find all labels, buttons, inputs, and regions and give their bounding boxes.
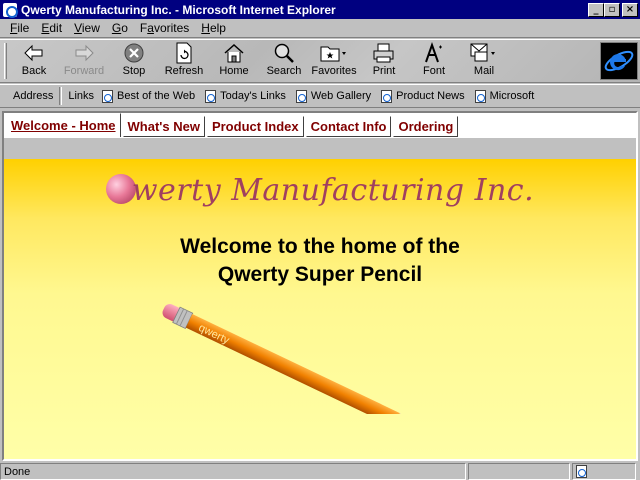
title-bar: Qwerty Manufacturing Inc. - Microsoft In… [0,0,640,19]
ie-throbber-logo[interactable] [600,42,638,80]
welcome-line-1: Welcome to the home of the [180,235,460,258]
refresh-button[interactable]: Refresh [159,40,209,82]
favorites-folder-icon [320,42,348,64]
print-label: Print [372,65,396,77]
menu-file[interactable]: File [4,21,35,35]
forward-label: Forward [63,65,105,77]
tab-ordering[interactable]: Ordering [393,116,459,137]
browser-content-area[interactable]: Welcome - Home What's New Product Index … [2,111,638,461]
tab-whats-new[interactable]: What's New [122,116,205,137]
link-product-news[interactable]: Product News [377,89,470,103]
stop-label: Stop [122,65,146,77]
ie-page-icon [205,89,217,103]
home-label: Home [219,65,249,77]
menu-edit[interactable]: Edit [35,21,68,35]
company-logo-heading: werty Manufacturing Inc. [4,173,636,208]
tab-welcome-home[interactable]: Welcome - Home [6,113,121,137]
refresh-icon [174,42,194,64]
link-web-gallery[interactable]: Web Gallery [292,89,377,103]
toolbar-grip[interactable] [4,43,7,79]
standard-toolbar: Back Forward Stop Refresh Home Search Fa… [0,39,640,83]
menu-favorites[interactable]: Favorites [134,21,195,35]
search-icon [273,42,295,64]
ie-page-icon [474,89,486,103]
menu-help[interactable]: Help [195,21,232,35]
search-label: Search [266,65,302,77]
bar-separator [59,87,63,105]
status-text: Done [0,463,466,480]
ie-page-icon [102,89,114,103]
zone-icon [576,465,587,478]
favorites-label: Favorites [311,65,357,77]
status-zone-pane [572,463,636,480]
back-button[interactable]: Back [9,40,59,82]
ie-logo-icon [604,50,634,72]
ie-app-icon[interactable] [3,2,18,18]
home-button[interactable]: Home [209,40,259,82]
home-page-body: werty Manufacturing Inc. Welcome to the … [4,159,636,459]
maximize-button[interactable]: ▫ [604,2,620,17]
ie-page-icon [295,89,307,103]
menu-go[interactable]: Go [106,21,134,35]
mail-label: Mail [473,65,495,77]
refresh-label: Refresh [164,65,204,77]
minimize-button[interactable]: _ [588,2,604,17]
mail-button[interactable]: Mail [459,40,509,82]
font-label: Font [422,65,445,77]
close-button[interactable]: × [622,2,638,17]
mail-icon [469,42,499,64]
links-bar-label[interactable]: Links [64,90,98,102]
pencil-image: qwerty [162,303,435,414]
back-label: Back [21,65,47,77]
link-todays-links[interactable]: Today's Links [201,89,292,103]
welcome-heading: Welcome to the home of the Qwerty Super … [4,233,636,289]
menu-view[interactable]: View [68,21,106,35]
stop-button[interactable]: Stop [109,40,159,82]
window-title: Qwerty Manufacturing Inc. - Microsoft In… [21,2,336,17]
address-bar-label[interactable]: Address [9,90,57,102]
link-best-of-the-web[interactable]: Best of the Web [98,89,201,103]
menu-bar: File Edit View Go Favorites Help [0,19,640,38]
forward-button[interactable]: Forward [59,40,109,82]
home-icon [223,42,245,64]
nav-frame-divider [4,137,636,159]
font-button[interactable]: Font [409,40,459,82]
status-progress-pane [468,463,570,480]
search-button[interactable]: Search [259,40,309,82]
back-arrow-icon [23,42,45,64]
font-size-icon [423,42,445,64]
welcome-line-2: Qwerty Super Pencil [217,263,423,286]
link-microsoft[interactable]: Microsoft [471,89,541,103]
status-bar: Done [0,463,640,480]
tab-product-index[interactable]: Product Index [206,116,304,137]
tab-contact-info[interactable]: Contact Info [305,116,392,137]
printer-icon [372,42,396,64]
ie-page-icon [381,89,393,103]
favorites-button[interactable]: Favorites [309,40,359,82]
print-button[interactable]: Print [359,40,409,82]
forward-arrow-icon [73,42,95,64]
stop-icon [123,42,145,64]
address-links-bar: Address Links Best of the Web Today's Li… [0,84,640,108]
site-nav-tabs: Welcome - Home What's New Product Index … [6,113,460,137]
